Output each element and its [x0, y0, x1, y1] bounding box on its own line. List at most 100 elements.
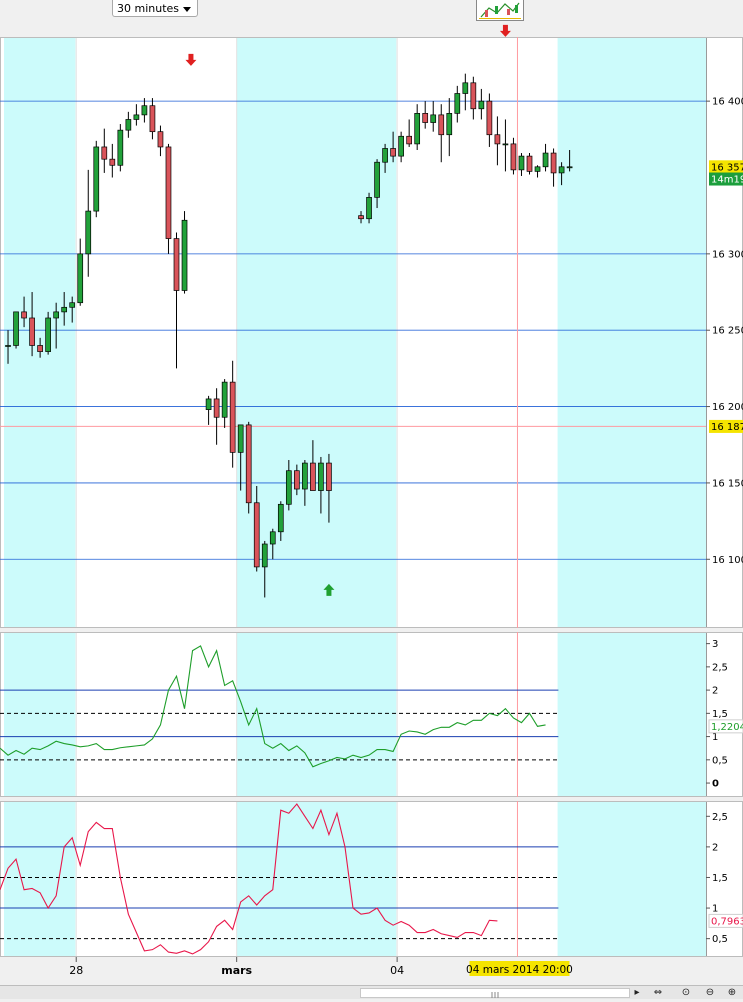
candle-body[interactable] [261, 543, 268, 568]
y-tick-label: 16 150 [712, 478, 743, 489]
indicator-value-label: 0,7963 [711, 916, 743, 927]
y-tick-label: 0,5 [712, 934, 728, 945]
candle-body[interactable] [294, 470, 300, 490]
price-tag-label: 16 357 [711, 162, 743, 173]
x-tick-label: 04 [390, 964, 404, 977]
candle-body[interactable] [478, 100, 485, 110]
candle-body[interactable] [430, 114, 437, 123]
candle-body[interactable] [21, 311, 27, 319]
candle-body[interactable] [133, 114, 140, 120]
candle-body[interactable] [29, 317, 35, 346]
candle-body[interactable] [85, 210, 92, 255]
zoom-reset-icon[interactable]: ⊙ [680, 987, 692, 999]
candle-body[interactable] [205, 398, 212, 410]
candle-body[interactable] [69, 302, 76, 308]
candle-body[interactable] [318, 462, 324, 491]
candle-body[interactable] [566, 166, 573, 169]
candle-body[interactable] [422, 113, 429, 123]
candle-body[interactable] [13, 311, 19, 346]
y-tick-label: 2 [712, 842, 718, 853]
y-tick-label: 16 300 [712, 249, 743, 260]
candle-body[interactable] [149, 105, 156, 133]
candle-body[interactable] [213, 398, 220, 418]
candle-body[interactable] [157, 131, 164, 148]
candle-body[interactable] [93, 146, 100, 212]
candle-body[interactable] [53, 311, 59, 319]
y-tick-label: 3 [712, 639, 718, 650]
candle-body[interactable] [534, 166, 541, 172]
candle-body[interactable] [37, 345, 43, 352]
candle-body[interactable] [390, 148, 396, 157]
candle-body[interactable] [285, 470, 292, 505]
price-tag-label: 16 187 [711, 422, 743, 433]
session-band [557, 801, 706, 957]
candle-body[interactable] [550, 152, 557, 174]
candle-body[interactable] [221, 381, 228, 418]
candle-body[interactable] [454, 93, 461, 114]
candle-body[interactable] [438, 114, 445, 136]
candle-body[interactable] [141, 105, 148, 116]
scroll-grip-icon[interactable] [490, 989, 500, 998]
candle-body[interactable] [326, 462, 332, 491]
session-band [236, 37, 397, 628]
candle-body[interactable] [181, 219, 188, 291]
chart-area: 16 100 16 150 16 200 16 250 16 300 16 400 16 3… [0, 24, 743, 985]
session-band [4, 632, 76, 797]
candle-body[interactable] [165, 146, 172, 239]
crosshair-date-label: 04 mars 2014 20:00 [466, 964, 573, 976]
candle-body[interactable] [414, 113, 421, 145]
candle-body[interactable] [310, 462, 316, 491]
candle-body[interactable] [125, 119, 132, 131]
candle-body[interactable] [558, 166, 565, 174]
candle-body[interactable] [358, 215, 364, 220]
session-band [236, 801, 397, 957]
candle-body[interactable] [302, 462, 308, 490]
y-tick-label: 16 100 [712, 555, 743, 566]
zoom-out-icon[interactable]: ⊖ [704, 987, 716, 999]
session-band [557, 37, 706, 628]
candle-body[interactable] [229, 381, 236, 453]
fit-chart-icon[interactable]: ⇔ [652, 987, 664, 999]
candle-body[interactable] [109, 158, 116, 166]
scroll-right-icon[interactable]: ▸ [631, 987, 643, 999]
candle-body[interactable] [5, 345, 11, 347]
candle-body[interactable] [173, 238, 180, 291]
x-tick-label: 28 [69, 964, 83, 977]
candle-body[interactable] [462, 82, 469, 94]
candle-body[interactable] [518, 155, 525, 171]
y-tick-label: 2 [712, 686, 718, 697]
candle-body[interactable] [406, 135, 412, 145]
candle-body[interactable] [486, 100, 493, 136]
candle-body[interactable] [526, 155, 533, 172]
candle-body[interactable] [253, 502, 260, 568]
candle-body[interactable] [502, 143, 509, 146]
x-tick-label: mars [221, 964, 252, 977]
session-band [4, 801, 76, 957]
candle-body[interactable] [494, 134, 501, 145]
y-tick-label: 1,5 [712, 709, 728, 720]
candle-body[interactable] [237, 424, 244, 453]
candle-body[interactable] [61, 306, 68, 313]
y-tick-label: 16 200 [712, 402, 743, 413]
candle-body[interactable] [470, 82, 477, 110]
zoom-in-icon[interactable]: ⊕ [726, 987, 738, 999]
candle-body[interactable] [77, 253, 84, 304]
candle-body[interactable] [245, 424, 252, 504]
candle-body[interactable] [101, 146, 108, 160]
candle-body[interactable] [510, 143, 517, 171]
navigation-bar: ▸ ⇔ ⊙ ⊖ ⊕ [0, 985, 743, 999]
candle-body[interactable] [366, 196, 372, 220]
sell-signal-arrow-icon [499, 24, 511, 37]
candle-body[interactable] [382, 148, 388, 163]
candle-body[interactable] [446, 113, 453, 136]
candle-body[interactable] [277, 503, 284, 533]
y-tick-label: 1 [712, 904, 718, 915]
candle-body[interactable] [374, 161, 380, 198]
candle-body[interactable] [45, 317, 51, 352]
session-band [236, 632, 397, 797]
candle-body[interactable] [269, 531, 276, 545]
candle-body[interactable] [117, 129, 124, 166]
candle-body[interactable] [542, 152, 549, 168]
timer-tag-label: 14m19 [711, 175, 743, 186]
candle-body[interactable] [398, 135, 404, 157]
